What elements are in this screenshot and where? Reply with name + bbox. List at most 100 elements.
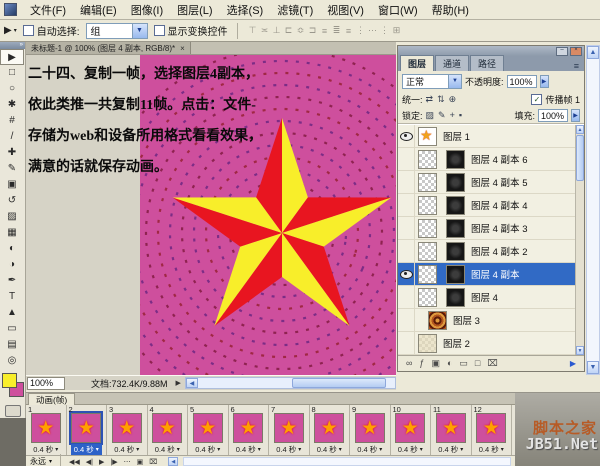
align-icon[interactable]: ≍ xyxy=(259,25,271,36)
palette-tab[interactable]: 图层 xyxy=(400,55,435,71)
align-icon[interactable]: ≎ xyxy=(295,25,307,36)
layer-name[interactable]: 图层 2 xyxy=(443,336,470,350)
align-icon[interactable]: ≡ xyxy=(319,26,331,36)
visibility-toggle[interactable] xyxy=(398,194,415,216)
align-icon[interactable]: ⋮ xyxy=(379,25,391,36)
menu-item[interactable]: 滤镜(T) xyxy=(270,0,320,20)
crop-tool[interactable]: # xyxy=(0,113,24,129)
scrollbar-thumb[interactable] xyxy=(576,135,584,181)
fill-field[interactable]: 100% xyxy=(538,108,568,122)
delete-frame-button[interactable]: ⌧ xyxy=(149,458,157,466)
animation-frame[interactable]: 10 ★ 0.4 秒 ▾ xyxy=(391,405,431,455)
animation-frame[interactable]: 3 ★ 0.4 秒 ▾ xyxy=(107,405,148,455)
clone-stamp-tool[interactable]: ▣ xyxy=(0,177,24,193)
unify-visibility-icon[interactable]: ⇅ xyxy=(437,94,445,105)
menu-item[interactable]: 视图(V) xyxy=(320,0,371,20)
frame-duration[interactable]: 0.4 秒 ▾ xyxy=(395,444,426,455)
first-frame-button[interactable]: ◀◀ xyxy=(69,458,80,466)
tween-button[interactable]: ⋯ xyxy=(124,458,131,466)
checkbox-icon[interactable] xyxy=(22,25,34,36)
scroll-down-icon[interactable]: ▼ xyxy=(587,361,599,374)
path-select-tool[interactable]: ▲ xyxy=(0,305,24,321)
previous-frame-button[interactable]: ◀| xyxy=(86,458,93,466)
menu-item[interactable]: 图像(I) xyxy=(124,0,170,20)
animation-frame[interactable]: 11 ★ 0.4 秒 ▾ xyxy=(431,405,472,455)
layer-name[interactable]: 图层 4 副本 xyxy=(471,267,520,281)
unify-position-icon[interactable]: ⇄ xyxy=(426,94,434,105)
layer-row[interactable]: ★ 图层 1 xyxy=(398,125,584,148)
document-tab[interactable]: 未标题-1 @ 100% (图层 4 副本, RGB/8)* × xyxy=(26,42,191,54)
palette-tab[interactable]: 通道 xyxy=(435,55,470,71)
lasso-tool[interactable]: ○ xyxy=(0,81,24,97)
layer-row[interactable]: ★ 图层 4 副本 2 xyxy=(398,240,584,263)
layer-name[interactable]: 图层 4 副本 5 xyxy=(471,175,528,189)
shape-tool[interactable]: ▭ xyxy=(0,321,24,337)
frame-thumbnail[interactable]: ★ xyxy=(69,411,104,445)
notes-tool[interactable]: ▤ xyxy=(0,337,24,353)
lock-pixels-icon[interactable]: ✎ xyxy=(438,110,446,121)
foreground-color-swatch[interactable] xyxy=(2,373,17,388)
frame-thumbnail[interactable]: ★ xyxy=(354,413,385,443)
scroll-left-icon[interactable]: ◀ xyxy=(168,457,179,466)
propagate-checkbox[interactable]: ✓ xyxy=(531,93,543,105)
layer-name[interactable]: 图层 4 xyxy=(471,290,498,304)
animation-frame[interactable]: 9 ★ 0.4 秒 ▾ xyxy=(350,405,391,455)
frame-duration[interactable]: 0.4 秒 ▾ xyxy=(273,444,304,455)
eraser-tool[interactable]: ▨ xyxy=(0,209,24,225)
show-transform-checkbox[interactable]: 显示变换控件 xyxy=(153,23,228,38)
visibility-toggle[interactable] xyxy=(398,125,415,147)
minimize-button[interactable]: – xyxy=(556,46,568,56)
layer-name[interactable]: 图层 4 副本 2 xyxy=(471,244,528,258)
layer-row[interactable]: ★ 图层 4 副本 3 xyxy=(398,217,584,240)
link-layers-icon[interactable]: ∞ xyxy=(406,358,412,369)
animation-tab[interactable]: 动画(帧) xyxy=(28,393,76,405)
align-icon[interactable]: ⊞ xyxy=(391,25,403,36)
zoom-level-field[interactable]: 100% xyxy=(27,376,65,390)
align-icon[interactable]: ≡ xyxy=(343,26,355,36)
layer-row[interactable]: ★ 图层 4 副本 6 xyxy=(398,148,584,171)
align-icon[interactable]: ⊤ xyxy=(247,25,259,36)
visibility-toggle[interactable] xyxy=(398,309,415,331)
menu-item[interactable]: 编辑(E) xyxy=(73,0,124,20)
gradient-tool[interactable]: ▦ xyxy=(0,225,24,241)
quick-mask-button[interactable] xyxy=(4,405,21,417)
checkbox-icon[interactable] xyxy=(153,25,165,36)
layer-name[interactable]: 图层 4 副本 6 xyxy=(471,152,528,166)
layer-group-icon[interactable]: ▭ xyxy=(459,358,468,369)
marquee-tool[interactable]: □ xyxy=(0,65,24,81)
quick-selection-tool[interactable]: ✱ xyxy=(0,97,24,113)
frame-thumbnail[interactable]: ★ xyxy=(273,413,304,443)
blur-tool[interactable]: ◐ xyxy=(0,241,24,257)
frame-duration[interactable]: 0.4 秒 ▾ xyxy=(233,444,264,455)
visibility-toggle[interactable] xyxy=(398,171,415,193)
layer-name[interactable]: 图层 3 xyxy=(453,313,480,327)
new-layer-icon[interactable]: □ xyxy=(475,358,480,369)
frame-duration[interactable]: 0.4 秒 ▾ xyxy=(476,444,507,455)
frame-thumbnail[interactable]: ★ xyxy=(192,413,223,443)
vertical-scrollbar[interactable]: ▲ ▼ xyxy=(586,45,600,375)
layer-row[interactable]: ★ 图层 3 xyxy=(398,309,584,332)
frame-duration[interactable]: 0.4 秒 ▾ xyxy=(111,444,142,455)
dodge-tool[interactable]: ◑ xyxy=(0,257,24,273)
panel-scroll-right-icon[interactable]: ▶ xyxy=(570,359,576,368)
align-icon[interactable]: ⊏ xyxy=(283,25,295,36)
animation-frame[interactable]: 7 ★ 0.4 秒 ▾ xyxy=(269,405,310,455)
auto-select-checkbox[interactable]: 自动选择: xyxy=(22,23,80,38)
animation-frame[interactable]: 4 ★ 0.4 秒 ▾ xyxy=(148,405,188,455)
play-button[interactable]: ▶ xyxy=(99,458,104,466)
layer-row[interactable]: ★ 图层 4 副本 4 xyxy=(398,194,584,217)
type-tool[interactable]: T xyxy=(0,289,24,305)
animation-frame[interactable]: 2 ★ 0.4 秒 ▾ xyxy=(67,405,107,455)
layer-name[interactable]: 图层 4 副本 4 xyxy=(471,198,528,212)
zoom-tool[interactable]: ◎ xyxy=(0,353,24,369)
scroll-left-icon[interactable]: ◀ xyxy=(185,378,198,388)
frames-scrollbar[interactable] xyxy=(183,457,511,466)
auto-select-dropdown[interactable]: 组 ▼ xyxy=(85,22,148,39)
layer-row[interactable]: ★ 图层 2 xyxy=(398,332,584,355)
frame-duration[interactable]: 0.4 秒 ▾ xyxy=(152,444,183,455)
lock-all-icon[interactable]: ▪ xyxy=(459,110,462,121)
layer-name[interactable]: 图层 4 副本 3 xyxy=(471,221,528,235)
frame-thumbnail[interactable]: ★ xyxy=(233,413,264,443)
menu-item[interactable]: 文件(F) xyxy=(23,0,73,20)
menu-item[interactable]: 选择(S) xyxy=(220,0,271,20)
